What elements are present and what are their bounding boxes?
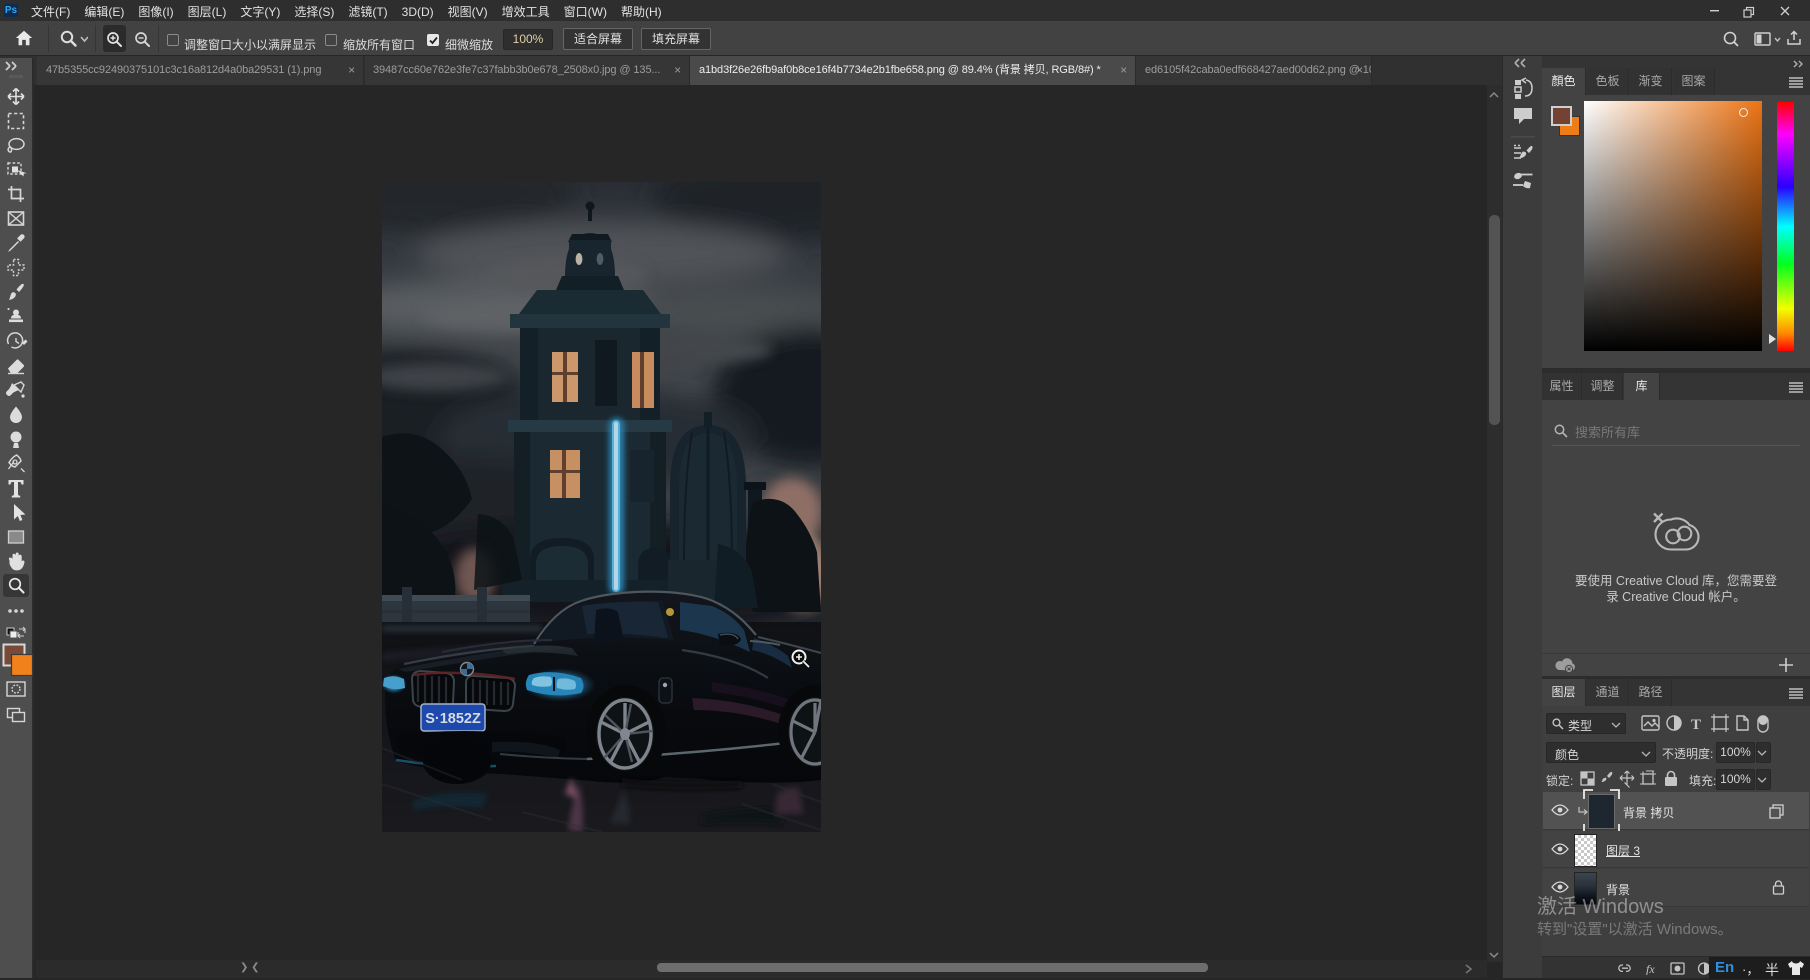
svg-text:fx: fx (1646, 962, 1655, 975)
svg-text:T: T (1691, 717, 1701, 733)
